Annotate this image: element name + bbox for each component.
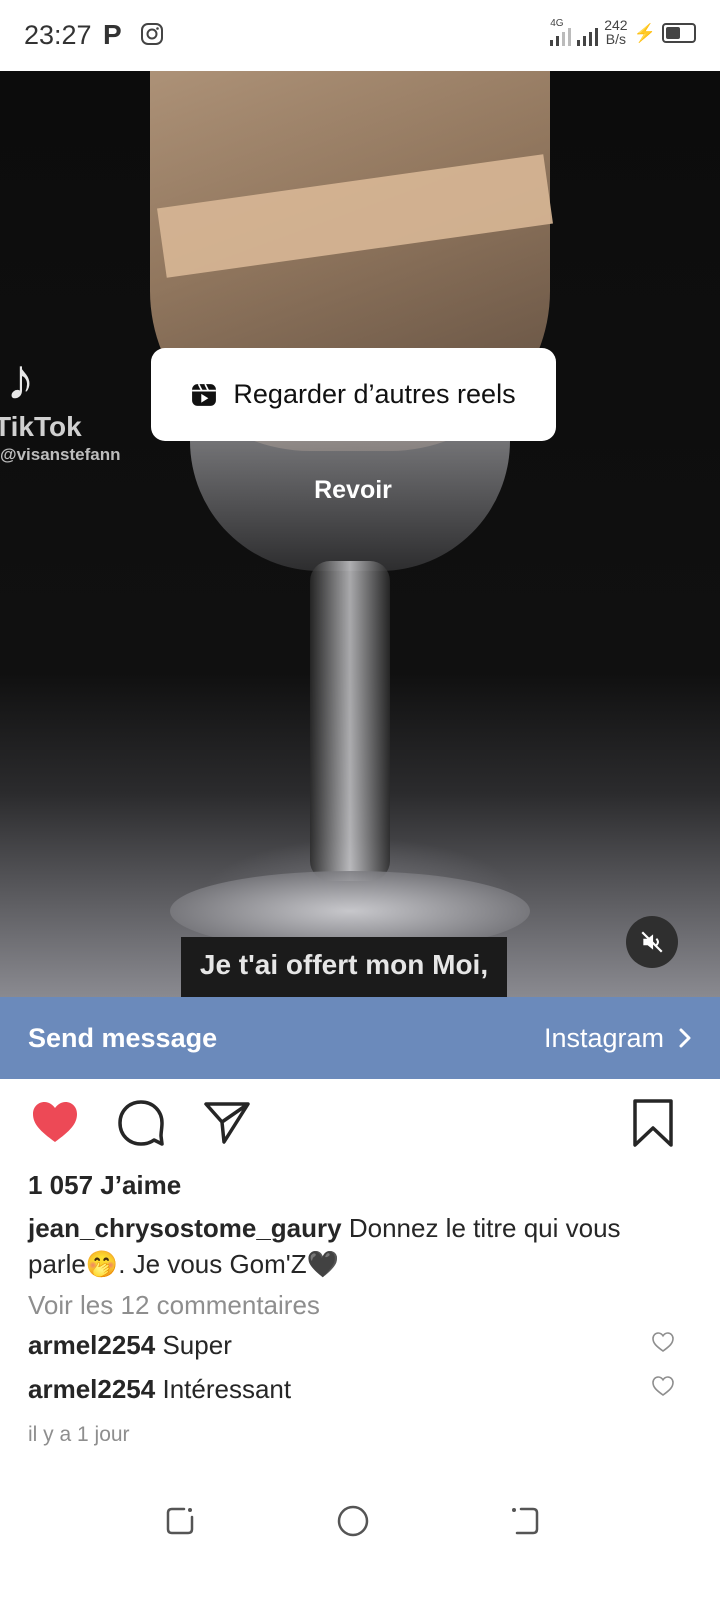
tiktok-watermark: ♪ TikTok @visanstefann <box>0 351 121 465</box>
instagram-link[interactable]: Instagram <box>544 1023 692 1054</box>
post-caption: jean_chrysostome_gaury Donnez le titre q… <box>28 1210 668 1282</box>
reels-icon <box>192 383 217 406</box>
post-actions <box>0 1098 720 1150</box>
back-icon[interactable] <box>507 1503 543 1539</box>
tiktok-logo-icon: ♪ <box>6 347 35 412</box>
signal-4g-icon: 4G <box>550 18 572 46</box>
home-icon[interactable] <box>335 1503 371 1539</box>
network-speed: 242 B/s <box>604 17 628 47</box>
speaker-muted-icon <box>641 931 663 953</box>
comment-item: armel2254 Intéressant <box>28 1374 638 1405</box>
status-bar: 23:27 P 4G 242 B/s ⚡ <box>0 0 720 71</box>
share-icon[interactable] <box>202 1098 252 1148</box>
mute-button[interactable] <box>626 916 678 968</box>
likes-count[interactable]: 1 057 J’aime <box>28 1170 181 1201</box>
comment-text: Intéressant <box>162 1374 292 1404</box>
view-comments-link[interactable]: Voir les 12 commentaires <box>28 1290 320 1321</box>
comment-item: armel2254 Super <box>28 1330 638 1361</box>
comment-icon[interactable] <box>116 1098 166 1148</box>
charging-icon: ⚡ <box>633 23 656 43</box>
reel-video[interactable]: ♪ TikTok @visanstefann Regarder d’autres… <box>0 71 720 997</box>
comment-user[interactable]: armel2254 <box>28 1330 155 1360</box>
instagram-link-label: Instagram <box>543 1022 664 1053</box>
caption-author[interactable]: jean_chrysostome_gaury <box>28 1213 342 1243</box>
tiktok-watermark-name: TikTok <box>0 411 82 442</box>
send-message-bar[interactable]: Send message Instagram <box>0 997 720 1079</box>
signal-icon <box>577 22 599 46</box>
tiktok-watermark-handle: @visanstefann <box>0 445 121 464</box>
replay-button[interactable]: Revoir <box>280 476 426 505</box>
comment-like-icon[interactable] <box>651 1375 675 1397</box>
comment-like-icon[interactable] <box>651 1331 675 1353</box>
system-nav-bar <box>0 1480 720 1600</box>
battery-icon <box>662 23 696 43</box>
watch-more-reels-label: Regarder d’autres reels <box>233 379 516 409</box>
send-message-label[interactable]: Send message <box>28 1023 217 1054</box>
recent-apps-icon[interactable] <box>162 1503 198 1539</box>
watch-more-reels-button[interactable]: Regarder d’autres reels <box>151 348 556 441</box>
comment-text: Super <box>162 1330 232 1360</box>
like-heart-icon[interactable] <box>30 1098 80 1148</box>
comment-user[interactable]: armel2254 <box>28 1374 155 1404</box>
instagram-notification-icon <box>141 23 163 45</box>
video-glass-stem <box>310 561 390 881</box>
save-bookmark-icon[interactable] <box>628 1098 678 1148</box>
video-subtitle: Je t'ai offert mon Moi, J'ai vidé cet ar… <box>181 937 507 997</box>
chevron-right-icon <box>679 1028 691 1048</box>
status-indicators: 4G 242 B/s ⚡ <box>550 18 696 46</box>
video-glass-lower <box>190 441 510 571</box>
post-timestamp: il y a 1 jour <box>28 1423 130 1446</box>
parking-icon: P <box>103 19 122 50</box>
status-time: 23:27 <box>24 20 92 50</box>
